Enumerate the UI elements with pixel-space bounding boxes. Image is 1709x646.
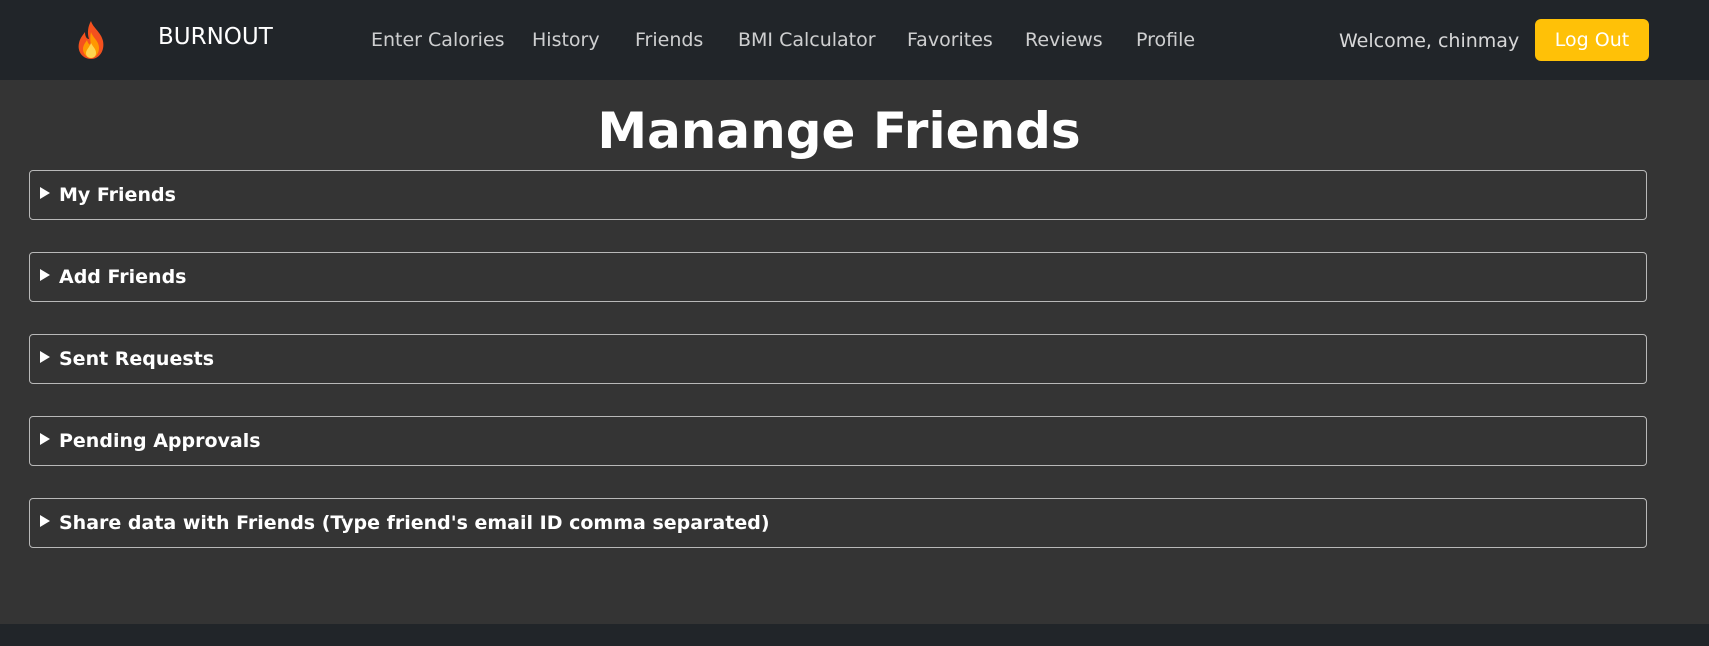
section-label: Share data with Friends (Type friend's e… xyxy=(59,512,770,534)
top-navbar: BURNOUT Enter Calories History Friends B… xyxy=(0,0,1709,80)
nav-profile[interactable]: Profile xyxy=(1136,24,1195,56)
section-sent-requests[interactable]: Sent Requests xyxy=(29,334,1647,384)
nav-enter-calories[interactable]: Enter Calories xyxy=(371,24,505,56)
caret-right-icon xyxy=(40,433,50,445)
footer-strip xyxy=(0,624,1709,646)
section-my-friends[interactable]: My Friends xyxy=(29,170,1647,220)
page-title: Manange Friends xyxy=(597,102,1081,160)
section-share-data[interactable]: Share data with Friends (Type friend's e… xyxy=(29,498,1647,548)
section-pending-approvals[interactable]: Pending Approvals xyxy=(29,416,1647,466)
section-label: Pending Approvals xyxy=(59,430,261,452)
section-label: Add Friends xyxy=(59,266,187,288)
section-add-friends[interactable]: Add Friends xyxy=(29,252,1647,302)
flame-icon[interactable] xyxy=(74,20,108,60)
section-label: Sent Requests xyxy=(59,348,215,370)
caret-right-icon xyxy=(40,187,50,199)
caret-right-icon xyxy=(40,351,50,363)
nav-friends[interactable]: Friends xyxy=(635,24,703,56)
nav-history[interactable]: History xyxy=(532,24,600,56)
nav-favorites[interactable]: Favorites xyxy=(907,24,993,56)
caret-right-icon xyxy=(40,269,50,281)
main-content: Manange Friends My Friends Add Friends S… xyxy=(0,80,1709,624)
nav-reviews[interactable]: Reviews xyxy=(1025,24,1103,56)
welcome-text: Welcome, chinmay xyxy=(1339,30,1520,52)
caret-right-icon xyxy=(40,515,50,527)
logout-button[interactable]: Log Out xyxy=(1535,19,1649,61)
section-label: My Friends xyxy=(59,184,176,206)
brand-name[interactable]: BURNOUT xyxy=(158,20,273,54)
nav-bmi-calculator[interactable]: BMI Calculator xyxy=(738,24,876,56)
